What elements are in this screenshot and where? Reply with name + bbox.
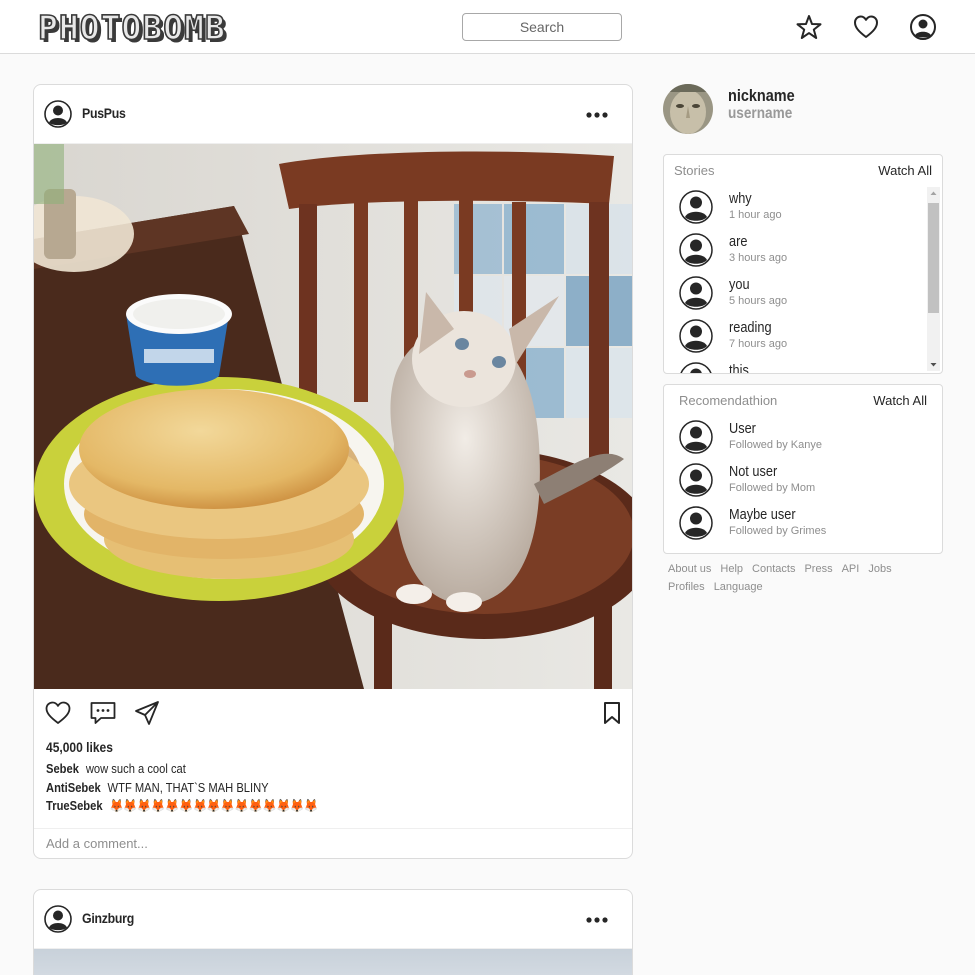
post-image[interactable] [34,949,632,975]
recommendations-watch-all-link[interactable]: Watch All [873,393,927,408]
recommendation-item[interactable]: User Followed by Kanye [679,420,919,456]
avatar[interactable] [44,100,72,128]
stories-watch-all-link[interactable]: Watch All [878,163,932,178]
story-name: this [729,362,749,374]
avatar [679,463,713,497]
comment-text: 🦊🦊🦊🦊🦊🦊🦊🦊🦊🦊🦊🦊🦊🦊🦊 [109,798,319,813]
stories-title: Stories [674,163,715,178]
footer-link-help[interactable]: Help [720,560,743,578]
add-comment-input[interactable] [34,829,632,858]
story-time: 1 hour ago [729,209,782,221]
face-photo [663,84,713,134]
more-options-icon[interactable] [580,910,614,930]
post-header: PusPus [34,85,632,144]
recommendation-followed-by: Followed by Grimes [729,525,827,537]
post-card: Ginzburg [33,889,633,975]
star-icon[interactable] [795,13,823,41]
comment-text: WTF MAN, THAT`S MAH BLINY [107,780,269,795]
profile-avatar[interactable] [663,84,713,134]
avatar [679,506,713,540]
footer-link-about-us[interactable]: About us [668,560,711,578]
avatar [680,362,712,373]
story-item[interactable]: this [679,362,919,374]
recommendation-followed-by: Followed by Mom [729,482,816,494]
footer-link-profiles[interactable]: Profiles [668,578,705,596]
comment-row: Sebek wow such a cool cat [46,761,186,776]
footer-link-jobs[interactable]: Jobs [868,560,891,578]
share-send-icon[interactable] [133,699,161,727]
avatar [679,276,713,310]
recommendations-panel: Recomendathion Watch All User Followed b… [663,384,943,554]
recommendation-item[interactable]: Not user Followed by Mom [679,463,919,499]
stories-scrollbar[interactable] [927,187,940,371]
recommendation-followed-by: Followed by Kanye [729,439,822,451]
comment-text: wow such a cool cat [85,761,186,776]
story-item[interactable]: why 1 hour ago [679,190,919,226]
avatar [679,420,713,454]
comment-icon[interactable] [89,699,117,727]
top-navbar: PHOTOBOMB [0,0,975,54]
post-username[interactable]: Ginzburg [82,910,134,926]
heart-icon[interactable] [852,13,880,41]
story-name: why [729,190,752,207]
likes-count[interactable]: 45,000 likes [46,739,113,755]
recommendation-item[interactable]: Maybe user Followed by Grimes [679,506,919,542]
bookmark-icon[interactable] [598,699,626,727]
story-item[interactable]: reading 7 hours ago [679,319,919,355]
profile-icon[interactable] [909,13,937,41]
footer-links: About us Help Contacts Press API Jobs Profiles… [668,560,938,596]
comment-user[interactable]: Sebek [46,761,79,776]
post-actions [34,689,632,735]
recommendation-name: User [729,420,756,437]
comment-user[interactable]: AntiSebek [46,780,101,795]
post-card: PusPus 45,000 likes Sebek wow such a coo… [33,84,633,859]
story-item[interactable]: you 5 hours ago [679,276,919,312]
story-time: 5 hours ago [729,295,788,307]
logo[interactable]: PHOTOBOMB [37,7,226,48]
footer-link-contacts[interactable]: Contacts [752,560,795,578]
comment-user[interactable]: TrueSebek [46,798,103,813]
footer-link-language[interactable]: Language [714,578,763,596]
comment-row: AntiSebek WTF MAN, THAT`S MAH BLINY [46,780,269,795]
story-name: reading [729,319,772,336]
post-username[interactable]: PusPus [82,105,126,121]
profile-nickname[interactable]: nickname [728,86,795,106]
comment-row: TrueSebek 🦊🦊🦊🦊🦊🦊🦊🦊🦊🦊🦊🦊🦊🦊🦊 [46,798,318,814]
more-options-icon[interactable] [580,105,614,125]
cat-pancakes-photo [34,144,632,689]
stories-panel: Stories Watch All why 1 hour ago are 3 h… [663,154,943,374]
story-time: 7 hours ago [729,338,788,350]
avatar [679,319,713,353]
recommendations-title: Recomendathion [679,393,778,408]
footer-link-press[interactable]: Press [804,560,832,578]
recommendation-name: Not user [729,463,778,480]
add-comment-bar [34,828,632,858]
recommendation-name: Maybe user [729,506,796,523]
like-heart-icon[interactable] [44,699,72,727]
post-image[interactable] [34,144,632,689]
avatar [679,233,713,267]
avatar [679,190,713,224]
footer-link-api[interactable]: API [842,560,860,578]
story-name: are [729,233,748,250]
scroll-down-arrow-icon[interactable] [927,359,940,371]
story-item[interactable]: are 3 hours ago [679,233,919,269]
story-time: 3 hours ago [729,252,788,264]
post-header: Ginzburg [34,890,632,949]
scroll-up-arrow-icon[interactable] [927,187,940,199]
story-name: you [729,276,750,293]
profile-username[interactable]: username [728,105,792,123]
search-input[interactable] [462,13,622,41]
avatar[interactable] [44,905,72,933]
scrollbar-thumb[interactable] [928,203,939,313]
